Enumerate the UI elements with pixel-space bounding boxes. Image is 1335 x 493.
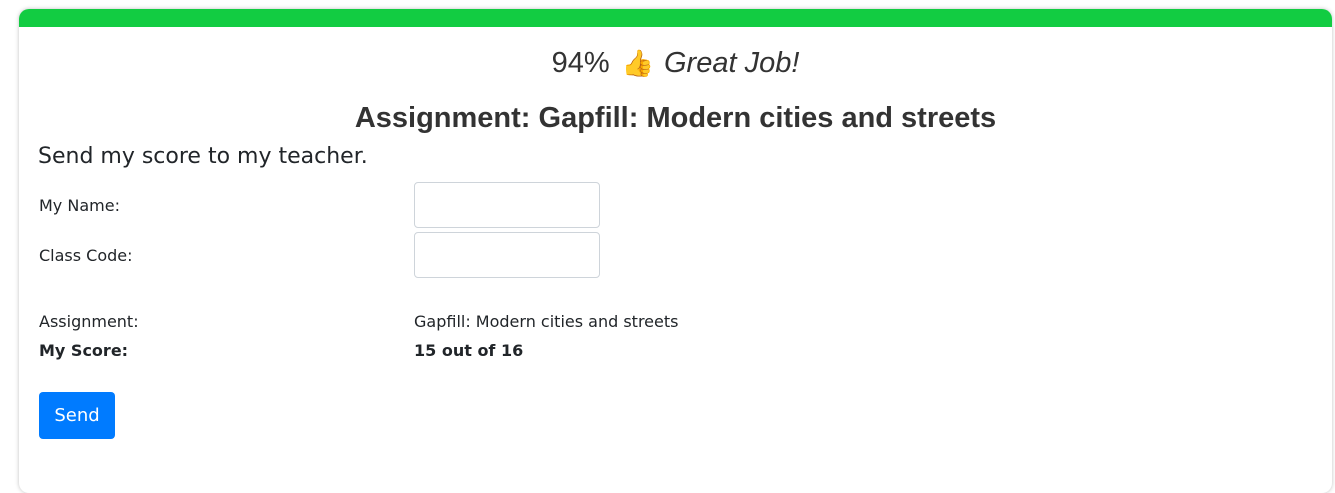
my-name-label: My Name: bbox=[39, 196, 120, 215]
score-card: 94% 👍 Great Job! Assignment: Gapfill: Mode… bbox=[19, 9, 1332, 493]
praise-text: Great Job! bbox=[664, 47, 800, 79]
send-score-heading: Send my score to my teacher. bbox=[38, 144, 368, 169]
my-score-value: 15 out of 16 bbox=[414, 341, 524, 360]
score-percent: 94% bbox=[551, 47, 610, 79]
assignment-title: Assignment: Gapfill: Modern cities and s… bbox=[354, 102, 997, 134]
my-name-input[interactable] bbox=[414, 182, 600, 228]
my-score-label: My Score: bbox=[39, 341, 129, 360]
assignment-value: Gapfill: Modern cities and streets bbox=[414, 312, 679, 331]
class-code-label: Class Code: bbox=[39, 246, 133, 265]
assignment-label: Assignment: bbox=[39, 312, 139, 331]
success-bar bbox=[19, 9, 1332, 27]
thumbs-up-icon: 👍 bbox=[621, 49, 654, 79]
send-button[interactable]: Send bbox=[39, 392, 115, 439]
class-code-input[interactable] bbox=[414, 232, 600, 278]
score-summary-line: 94% 👍 Great Job! bbox=[19, 45, 1332, 82]
